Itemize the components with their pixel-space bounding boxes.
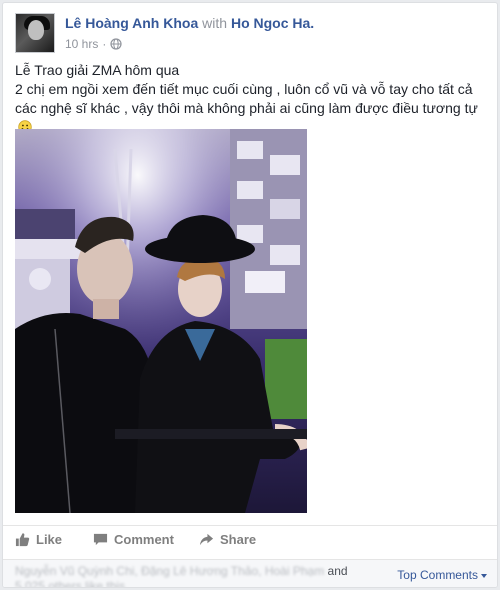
- others-count[interactable]: 5,025: [15, 579, 45, 587]
- post-card: Lê Hoàng Anh Khoa with Ho Ngoc Ha. 10 hr…: [2, 2, 498, 588]
- globe-icon[interactable]: [110, 38, 122, 50]
- author-name[interactable]: Lê Hoàng Anh Khoa: [65, 15, 198, 31]
- others-text: others like this.: [48, 579, 129, 588]
- meta-separator: ·: [102, 37, 107, 51]
- comment-label: Comment: [114, 532, 174, 547]
- share-label: Share: [220, 532, 257, 547]
- post-text: Lễ Trao giải ZMA hôm qua 2 chị em ngồi x…: [15, 61, 489, 137]
- post-meta: 10 hrs ·: [65, 37, 122, 51]
- post-time[interactable]: 10 hrs: [65, 37, 98, 51]
- avatar[interactable]: [15, 13, 55, 53]
- chevron-down-icon: [481, 574, 487, 578]
- post-text-line-1: Lễ Trao giải ZMA hôm qua: [15, 62, 180, 78]
- like-label: Like: [36, 532, 63, 547]
- thumbs-up-icon: [15, 533, 30, 547]
- with-text: with: [202, 15, 228, 31]
- comment-button[interactable]: Comment: [93, 532, 174, 547]
- post-header: Lê Hoàng Anh Khoa with Ho Ngoc Ha. 10 hr…: [15, 13, 485, 57]
- photo-image: [15, 129, 307, 513]
- like-button[interactable]: Like: [15, 532, 62, 547]
- likes-bar: Nguyễn Vũ Quỳnh Chi, Đặng Lê Hương Thảo,…: [3, 559, 497, 588]
- tagged-name[interactable]: Ho Ngoc Ha.: [231, 15, 314, 31]
- top-comments-label: Top Comments: [397, 568, 478, 582]
- action-bar: Like Comment Share: [3, 525, 497, 556]
- top-comments-dropdown[interactable]: Top Comments: [397, 568, 487, 582]
- likes-and: and: [327, 564, 348, 578]
- avatar-face: [28, 20, 44, 40]
- likers-names[interactable]: Nguyễn Vũ Quỳnh Chi, Đặng Lê Hương Thảo,…: [15, 564, 324, 578]
- share-button[interactable]: Share: [199, 532, 256, 547]
- share-icon: [199, 533, 214, 546]
- comment-icon: [93, 533, 108, 546]
- post-text-line-2: 2 chị em ngồi xem đến tiết mục cuối cùng…: [15, 81, 478, 116]
- post-photo[interactable]: [15, 129, 307, 513]
- likes-summary: Nguyễn Vũ Quỳnh Chi, Đặng Lê Hương Thảo,…: [15, 564, 385, 588]
- author-line: Lê Hoàng Anh Khoa with Ho Ngoc Ha.: [65, 15, 314, 31]
